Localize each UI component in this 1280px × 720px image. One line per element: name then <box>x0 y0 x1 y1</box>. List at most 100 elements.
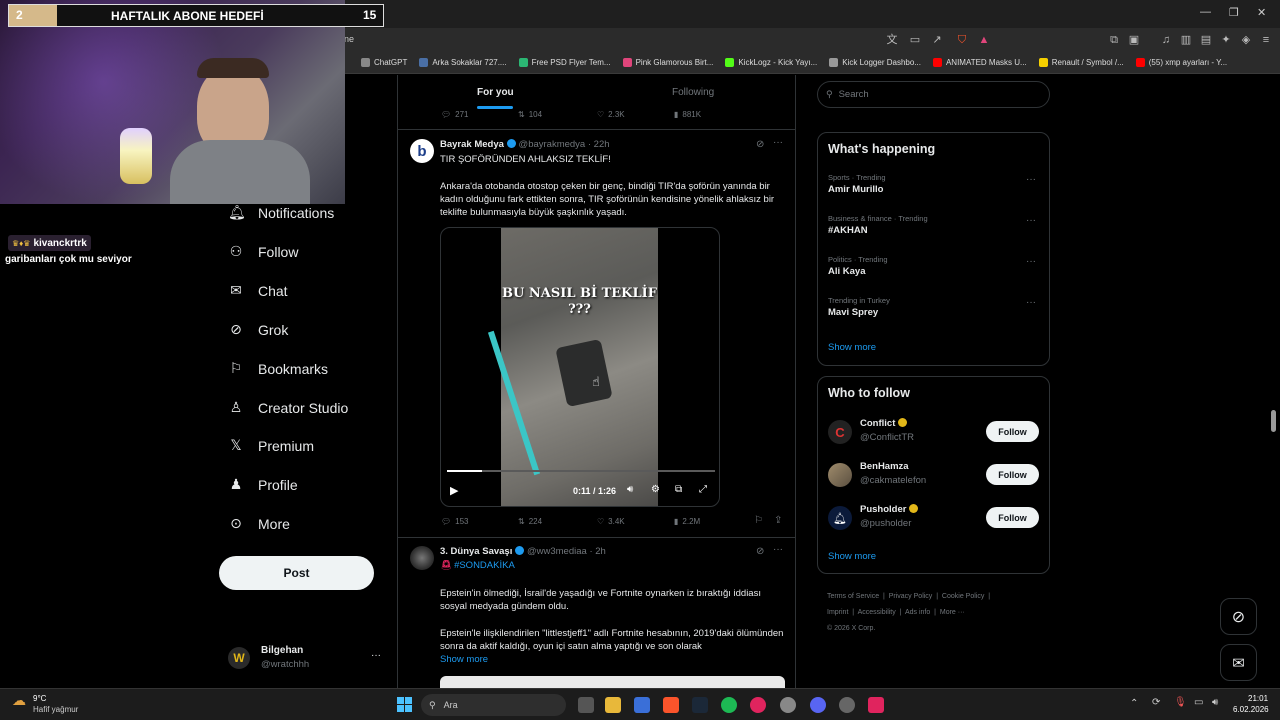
extensions-icon[interactable]: ⧉ <box>1108 34 1120 46</box>
footer-link[interactable]: Accessibility <box>858 609 896 616</box>
bookmark-item[interactable]: ANIMATED Masks U... <box>927 58 1033 67</box>
who-show-more-link[interactable]: Show more <box>828 551 876 562</box>
clock-time[interactable]: 21:01 <box>1248 694 1268 703</box>
footer-link[interactable]: Cookie Policy <box>942 593 984 600</box>
video-progress-track[interactable] <box>447 470 715 472</box>
tweet-author-name[interactable]: Bayrak Medya <box>440 139 504 150</box>
follow-button[interactable]: Follow <box>986 464 1039 485</box>
tweet-avatar[interactable] <box>410 546 434 570</box>
minimize-icon[interactable]: — <box>1200 6 1211 18</box>
reply-button[interactable]: 💬︎ 271 <box>441 110 469 119</box>
store-icon[interactable] <box>634 697 650 713</box>
clock-date[interactable]: 6.02.2026 <box>1233 705 1269 714</box>
leo-icon[interactable]: ✦ <box>1220 34 1232 46</box>
footer-link[interactable]: Privacy Policy <box>889 593 933 600</box>
user-avatar[interactable]: C <box>828 420 852 444</box>
nav-more[interactable]: ⊙ More <box>228 515 290 532</box>
nav-notifications[interactable]: 🔔︎ Notifications <box>228 204 334 221</box>
search-box[interactable]: ⚲ Search <box>817 81 1050 108</box>
trends-show-more-link[interactable]: Show more <box>828 342 876 353</box>
spotify-icon[interactable] <box>721 697 737 713</box>
tweet-time[interactable]: · 22h <box>588 139 610 150</box>
bookmark-item[interactable]: Renault / Symbol /... <box>1033 58 1130 67</box>
sidebar-icon[interactable]: ▥ <box>1180 34 1192 46</box>
follow-button[interactable]: Follow <box>986 507 1039 528</box>
follow-button[interactable]: Follow <box>986 421 1039 442</box>
translate-icon[interactable]: 文 <box>886 34 898 46</box>
suggested-user[interactable]: Pusholder @pusholder <box>860 504 919 529</box>
grok-explain-icon[interactable]: ⊘ <box>756 139 764 150</box>
tab-following[interactable]: Following <box>672 87 714 98</box>
nav-grok[interactable]: ⊘ Grok <box>228 321 288 338</box>
nav-premium[interactable]: 𝕏 Premium <box>228 437 314 454</box>
footer-link[interactable]: More ··· <box>940 609 965 616</box>
tab-search-icon[interactable]: ▣ <box>1128 34 1140 46</box>
like-button[interactable]: ♡ 3.4K <box>597 517 625 526</box>
pip-icon[interactable]: ⧉ <box>675 484 682 495</box>
weather-icon[interactable]: ☁ <box>12 692 26 709</box>
discord-icon[interactable] <box>810 697 826 713</box>
tweet-handle[interactable]: @bayrakmedya <box>519 139 586 150</box>
steam-icon[interactable] <box>692 697 708 713</box>
search-input[interactable]: Search <box>839 89 869 100</box>
grok-explain-icon[interactable]: ⊘ <box>756 546 764 557</box>
page-scrollbar-thumb[interactable] <box>1271 410 1276 432</box>
app2-icon[interactable] <box>868 697 884 713</box>
brave-shield-icon[interactable]: ⛉ <box>956 34 968 46</box>
nav-follow[interactable]: ⚇ Follow <box>228 243 299 260</box>
tweet-image-preview[interactable] <box>440 676 785 688</box>
mic-icon[interactable]: 🎙︎ <box>1174 697 1187 708</box>
nav-creator-studio[interactable]: ♙ Creator Studio <box>228 399 349 416</box>
obs-icon[interactable] <box>839 697 855 713</box>
footer-link[interactable]: Terms of Service <box>827 593 879 600</box>
volume-icon[interactable]: 🔊︎ <box>627 484 633 495</box>
bookmark-item[interactable]: Kick Logger Dashbo... <box>823 58 927 67</box>
suggested-user[interactable]: BenHamza @cakmatelefon <box>860 461 926 486</box>
bookmark-item[interactable]: (55) xmp ayarları - Y... <box>1130 58 1233 67</box>
show-more-link[interactable]: Show more <box>440 654 488 665</box>
repost-button[interactable]: ⇅ 224 <box>518 517 542 526</box>
trend-more-icon[interactable]: ··· <box>1026 215 1036 226</box>
address-fragment[interactable]: ne <box>344 34 354 44</box>
menu-icon[interactable]: ≡ <box>1260 34 1272 46</box>
like-button[interactable]: ♡ 2.3K <box>597 110 625 119</box>
windows-start-icon[interactable] <box>397 697 412 712</box>
user-avatar[interactable] <box>828 463 852 487</box>
chevron-up-icon[interactable]: ⌃ <box>1130 698 1138 709</box>
trend-item[interactable]: Business & finance · Trending #AKHAN <box>828 214 1038 236</box>
views-button[interactable]: ▮ 881K <box>674 110 701 119</box>
footer-link[interactable]: Ads info <box>905 609 930 616</box>
video-player[interactable]: BU NASIL Bİ TEKLİF ??? ▶ 0:11 / 1:26 🔊︎ … <box>440 227 720 507</box>
brave-rewards-icon[interactable]: ▲ <box>978 34 990 46</box>
media-icon[interactable]: ♫ <box>1160 34 1172 46</box>
trend-more-icon[interactable]: ··· <box>1026 297 1036 308</box>
nav-profile[interactable]: ♟ Profile <box>228 476 298 493</box>
repost-button[interactable]: ⇅ 104 <box>518 110 542 119</box>
maximize-icon[interactable]: ❐ <box>1229 6 1239 19</box>
vpn-icon[interactable]: ◈ <box>1240 34 1252 46</box>
tab-for-you[interactable]: For you <box>477 87 514 98</box>
share-icon[interactable]: ⇪ <box>774 515 782 526</box>
suggested-user[interactable]: Conflict @ConflictTR <box>860 418 914 443</box>
tweet-handle[interactable]: @ww3mediaa <box>527 546 587 557</box>
wallet-icon[interactable]: ▤ <box>1200 34 1212 46</box>
nav-bookmarks[interactable]: ⚐ Bookmarks <box>228 360 328 377</box>
tweet-avatar[interactable]: b <box>410 139 434 163</box>
app-icon[interactable] <box>750 697 766 713</box>
trend-item[interactable]: Sports · Trending Amir Murillo <box>828 173 1038 195</box>
brave-icon[interactable] <box>663 697 679 713</box>
nav-chat[interactable]: ✉ Chat <box>228 282 287 299</box>
bookmark-item[interactable]: Pink Glamorous Birt... <box>617 58 720 67</box>
tweet-time[interactable]: · 2h <box>589 546 605 557</box>
messages-float-button[interactable]: ✉ <box>1220 644 1257 681</box>
file-explorer-icon[interactable] <box>605 697 621 713</box>
tweet-author-name[interactable]: 3. Dünya Savaşı <box>440 546 512 557</box>
network-icon[interactable]: ▭ <box>1194 697 1203 708</box>
task-view-icon[interactable] <box>578 697 594 713</box>
sync-icon[interactable]: ⟳ <box>1152 697 1160 708</box>
cast-icon[interactable]: ▭ <box>909 34 921 46</box>
bookmark-item[interactable]: Arka Sokaklar 727.... <box>413 58 512 67</box>
user-avatar[interactable]: 🔔︎ <box>828 506 852 530</box>
trend-more-icon[interactable]: ··· <box>1026 256 1036 267</box>
account-more-icon[interactable]: ··· <box>371 650 381 661</box>
